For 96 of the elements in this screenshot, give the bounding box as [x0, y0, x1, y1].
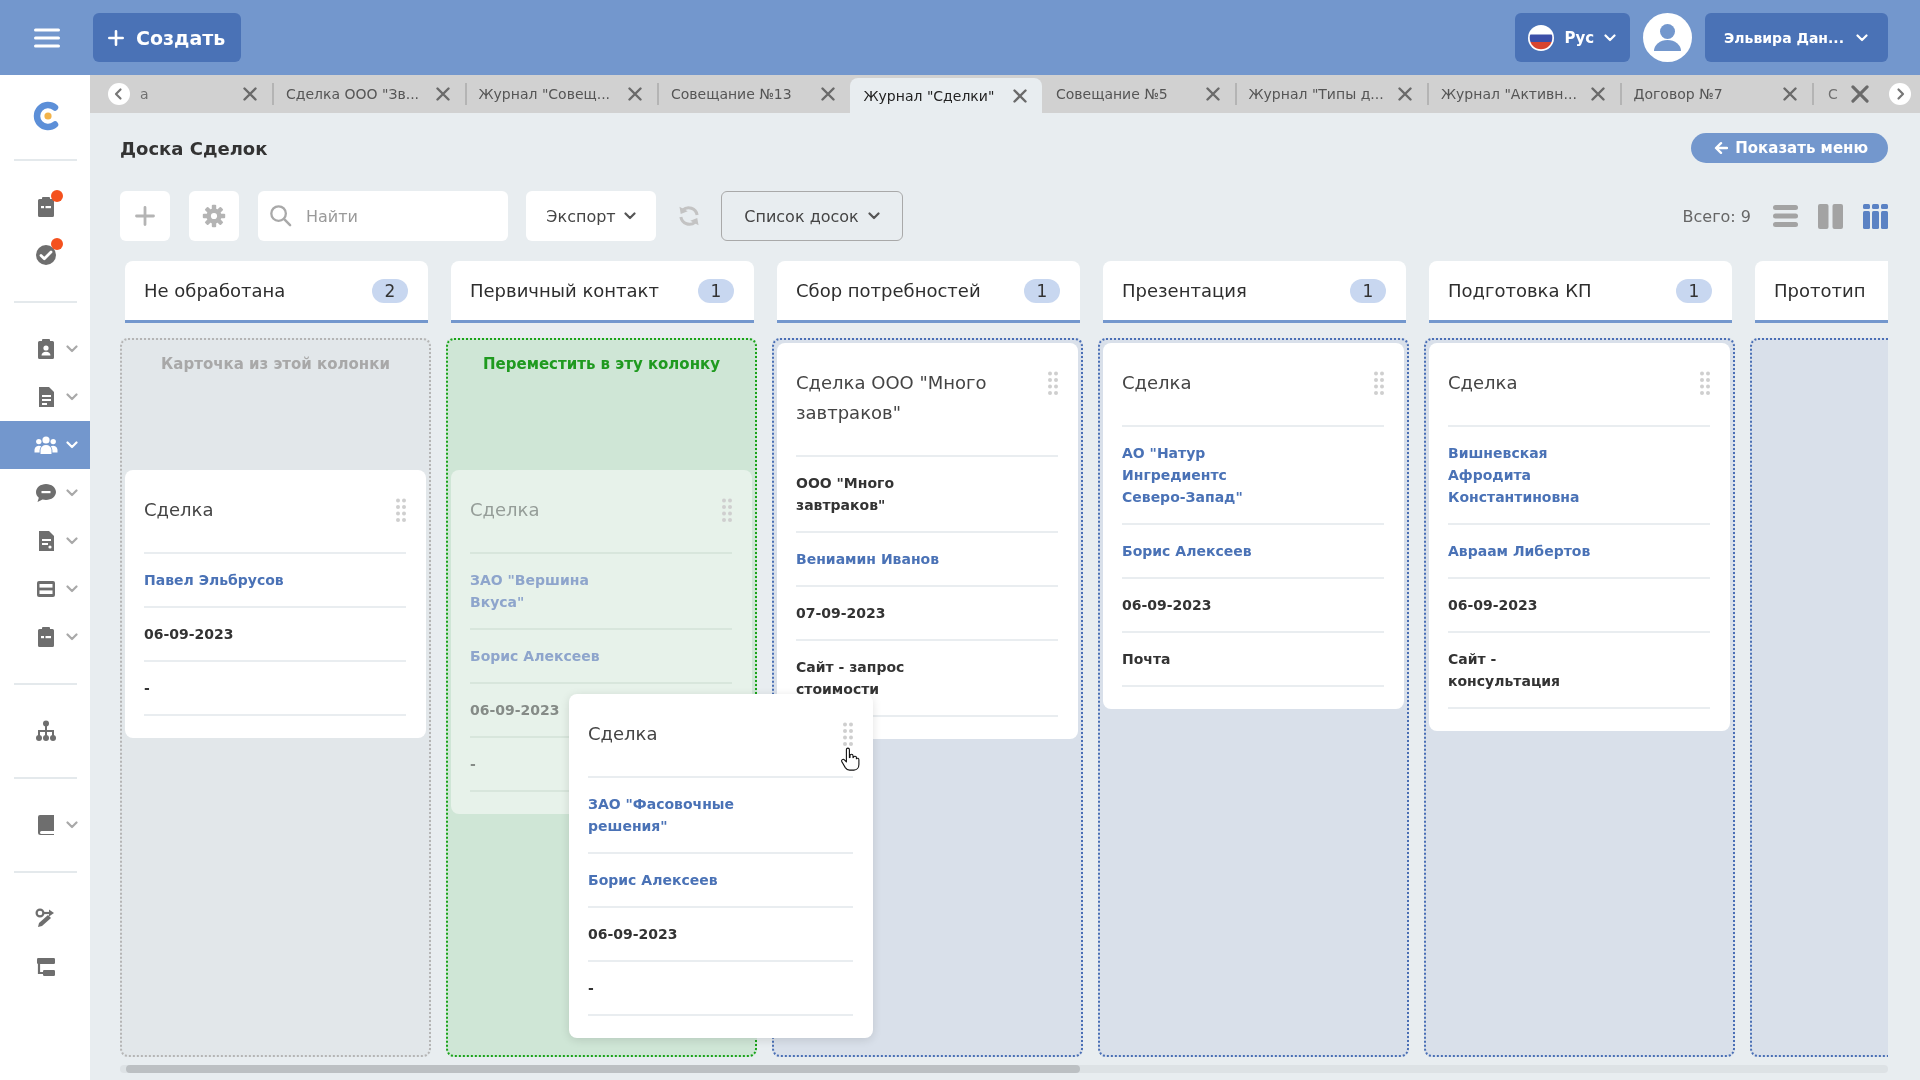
drag-handle-icon[interactable] [396, 498, 406, 522]
logo-icon[interactable] [32, 100, 60, 132]
card-field: Почта [1122, 648, 1171, 670]
drag-handle-icon[interactable] [722, 498, 732, 522]
chevron-right-icon[interactable] [1889, 83, 1911, 105]
close-icon[interactable] [1783, 87, 1797, 101]
column-title: Не обработана [144, 280, 286, 301]
card-field: ООО "Много завтраков" [796, 472, 956, 516]
card-field: 06-09-2023 [1448, 594, 1538, 616]
grid-view-icon[interactable] [1863, 203, 1888, 229]
close-icon[interactable] [1205, 87, 1220, 101]
drag-handle-icon[interactable] [1048, 371, 1058, 395]
card-title: Сделка [1122, 371, 1192, 395]
tab[interactable]: Журнал "Сделки" [849, 78, 1042, 113]
close-icon[interactable] [1398, 87, 1412, 101]
plus-icon [108, 29, 124, 46]
search-field[interactable]: Найти [258, 191, 508, 241]
chevron-left-icon[interactable] [108, 83, 130, 105]
card-link[interactable]: ЗАО "Фасовочные решения" [588, 793, 748, 837]
search-icon [269, 204, 292, 227]
card-field: - [470, 753, 476, 775]
close-icon[interactable] [628, 87, 642, 101]
column-title: Первичный контакт [470, 280, 659, 301]
card-field: 07-09-2023 [796, 602, 886, 624]
count-badge: 1 [1350, 278, 1386, 303]
column-title: Прототип [1774, 280, 1866, 301]
card-field: 06-09-2023 [144, 623, 234, 645]
language-button[interactable]: Рус [1515, 13, 1631, 62]
boards-dropdown[interactable]: Список досок [721, 191, 903, 241]
total-count: Всего: 9 [1682, 206, 1751, 226]
add-button[interactable] [120, 191, 170, 241]
people-icon [34, 433, 58, 457]
list-tree-icon [34, 955, 58, 979]
card-field: Сайт - запрос стоимости [796, 656, 956, 700]
chevron-down-icon [1856, 33, 1868, 42]
card-link[interactable]: Вишневская Афродита Константиновна [1448, 442, 1608, 508]
drop-hint: Переместить в эту колонку [483, 354, 720, 375]
settings-button[interactable] [189, 191, 239, 241]
column-title: Сбор потребностей [796, 280, 981, 301]
drag-handle-icon[interactable] [1374, 371, 1384, 395]
hand-cursor-icon [840, 747, 860, 771]
export-button[interactable]: Экспорт [526, 191, 656, 241]
card-title: Сделка [144, 498, 214, 522]
card-field: 06-09-2023 [1122, 594, 1212, 616]
column-title: Подготовка КП [1448, 280, 1592, 301]
sitemap-icon [34, 719, 58, 743]
tab[interactable]: Совещание №5 [1042, 75, 1235, 113]
columns-view-icon[interactable] [1818, 203, 1843, 229]
card-link[interactable]: Вениамин Иванов [796, 548, 940, 570]
chevron-down-icon [1604, 33, 1617, 42]
count-badge: 1 [698, 278, 734, 303]
card-title: Сделка ООО "Много завтраков" [796, 371, 988, 425]
card-title: Сделка [470, 498, 540, 522]
speech-bubble-icon [34, 481, 58, 505]
card-link[interactable]: АО "Натур Ингредиентс Северо-Запад" [1122, 442, 1282, 508]
count-badge: 1 [1024, 278, 1060, 303]
drop-hint: Карточка из этой колонки [161, 354, 390, 375]
close-icon[interactable] [1590, 87, 1605, 101]
list-view-icon[interactable] [1773, 205, 1798, 227]
card-field: 06-09-2023 [588, 923, 678, 945]
chevron-down-icon [867, 212, 880, 220]
page-title: Доска Сделок [120, 137, 268, 159]
drag-handle-icon[interactable] [843, 722, 853, 746]
chevron-down-icon [623, 212, 636, 220]
card-link[interactable]: Авраам Либертов [1448, 540, 1591, 562]
close-icon[interactable] [820, 87, 835, 101]
close-icon[interactable] [1013, 88, 1027, 103]
sidebar-item[interactable] [0, 421, 90, 469]
column-title: Презентация [1122, 280, 1247, 301]
card-field: Сайт - консультация [1448, 648, 1608, 692]
card-title: Сделка [588, 722, 658, 746]
gear-icon [202, 204, 226, 228]
tab[interactable]: а [130, 75, 272, 113]
create-button[interactable]: Создать [93, 13, 242, 62]
card-link[interactable]: Павел Эльбрусов [144, 569, 284, 591]
arrow-left-icon [1714, 141, 1729, 155]
close-icon[interactable] [243, 87, 257, 101]
user-menu-button[interactable]: Эльвира Дан... [1705, 13, 1888, 62]
plus-icon [135, 206, 155, 226]
card-title: Сделка [1448, 371, 1518, 395]
drag-handle-icon[interactable] [1700, 371, 1710, 395]
count-badge: 2 [372, 278, 408, 303]
card-field: - [144, 677, 150, 699]
check-circle-icon [34, 243, 58, 267]
show-menu-button[interactable]: Показать меню [1691, 133, 1888, 163]
card-link[interactable]: Борис Алексеев [588, 869, 718, 891]
close-icon[interactable] [1851, 85, 1869, 103]
avatar-icon[interactable] [1643, 13, 1693, 62]
card-field: 06-09-2023 [470, 699, 560, 721]
card-field: - [588, 977, 594, 999]
card-link[interactable]: Борис Алексеев [1122, 540, 1252, 562]
close-icon[interactable] [435, 87, 450, 101]
menu-icon[interactable] [34, 27, 60, 48]
scrollbar-thumb[interactable] [126, 1065, 1080, 1073]
flag-icon [1528, 24, 1555, 51]
count-badge: 1 [1676, 278, 1712, 303]
